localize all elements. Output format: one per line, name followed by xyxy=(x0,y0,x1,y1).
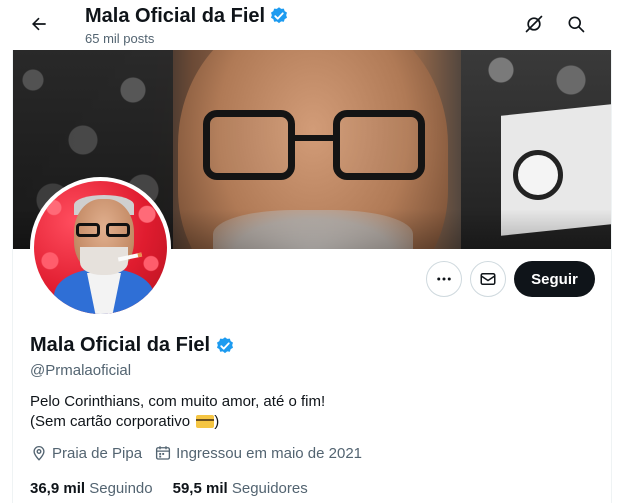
header-title: Mala Oficial da Fiel xyxy=(85,5,266,27)
following-count: 36,9 mil xyxy=(30,480,86,497)
joined-item: Ingressou em maio de 2021 xyxy=(154,444,362,462)
location-pin-icon xyxy=(33,446,45,461)
banner-glasses-right xyxy=(333,110,425,180)
location-item: Praia de Pipa xyxy=(30,444,142,462)
bio-line-1: Pelo Corinthians, com muito amor, até o … xyxy=(30,393,326,410)
banner-glasses-bridge xyxy=(293,135,335,141)
followers-count: 59,5 mil xyxy=(172,480,228,497)
banner-glasses-left xyxy=(203,110,295,180)
following-label: Seguindo xyxy=(89,480,153,497)
followers-label: Seguidores xyxy=(231,480,308,497)
search-button[interactable] xyxy=(560,8,592,40)
verified-badge-icon[interactable] xyxy=(215,336,235,356)
verified-badge-icon xyxy=(271,7,288,24)
profile-stats: 36,9 mil Seguindo 59,5 mil Seguidores xyxy=(30,480,328,497)
joined-text: Ingressou em maio de 2021 xyxy=(176,444,363,462)
post-count: 65 mil posts xyxy=(85,31,155,46)
profile-meta: Praia de Pipa Ingressou em maio de 2021 xyxy=(30,444,374,462)
search-icon xyxy=(568,16,585,33)
location-text: Praia de Pipa xyxy=(52,444,143,462)
follow-button[interactable]: Seguir xyxy=(514,261,595,297)
bio-line-2: (Sem cartão corporativo ) xyxy=(30,412,325,432)
profile-header: Mala Oficial da Fiel 65 mil posts xyxy=(0,0,624,50)
banner-flag-emblem xyxy=(513,150,563,200)
credit-card-emoji xyxy=(196,415,215,428)
more-options-button[interactable] xyxy=(426,261,462,297)
avatar-glasses xyxy=(76,223,132,237)
profile-name: Mala Oficial da Fiel xyxy=(30,334,211,356)
arrow-left-icon xyxy=(32,17,46,31)
bio-line-2-end: ) xyxy=(214,413,220,430)
grok-icon xyxy=(525,15,543,33)
profile-bio: Pelo Corinthians, com muito amor, até o … xyxy=(30,392,325,432)
grok-button[interactable] xyxy=(518,8,550,40)
following-link[interactable]: 36,9 mil Seguindo xyxy=(30,480,153,497)
avatar[interactable] xyxy=(30,177,171,318)
profile-name-row: Mala Oficial da Fiel xyxy=(30,334,235,357)
header-title-block: Mala Oficial da Fiel 65 mil posts xyxy=(85,4,289,46)
followers-link[interactable]: 59,5 mil Seguidores xyxy=(173,480,308,497)
profile-handle: @Prmalaoficial xyxy=(30,362,132,379)
calendar-icon xyxy=(156,446,171,460)
bio-line-2-text: (Sem cartão corporativo xyxy=(30,413,191,430)
message-button[interactable] xyxy=(470,261,506,297)
envelope-icon xyxy=(480,273,496,285)
more-dots-icon xyxy=(437,277,451,281)
back-button[interactable] xyxy=(22,7,56,41)
